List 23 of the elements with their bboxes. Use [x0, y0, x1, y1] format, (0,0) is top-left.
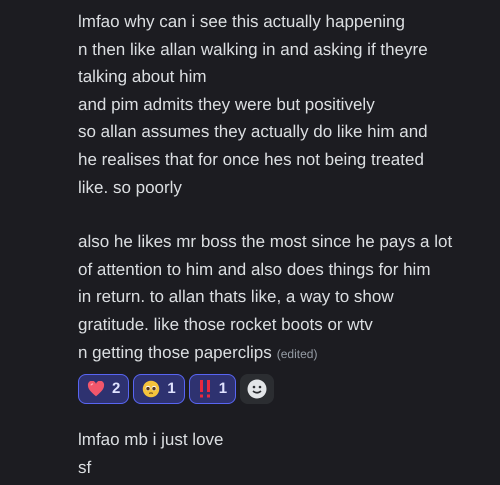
edited-label: (edited): [276, 346, 318, 363]
message-text: like. so poorly: [78, 176, 182, 199]
message-text: lmfao mb i just love: [78, 429, 224, 452]
message-text: gratitude. like those rocket boots or wtv: [78, 314, 373, 336]
heart-icon: [87, 381, 105, 398]
message-text: n then like allan walking in and asking if theyre: [78, 38, 428, 61]
add-reaction-button[interactable]: [240, 374, 274, 404]
message-text: sf: [78, 456, 92, 479]
message-text: so allan assumes they actually do like him and: [78, 121, 428, 144]
pleading-face-icon: [142, 380, 160, 398]
smiley-icon: [247, 379, 268, 400]
reaction-button[interactable]: 1: [133, 374, 185, 404]
message-text: of attention to him and also does things for him: [78, 258, 430, 281]
message-text: n getting those paperclips: [78, 342, 272, 364]
message-text: and pim admits they were but positively: [78, 94, 375, 116]
message-text: talking about him: [78, 66, 207, 88]
message-text: lmfao why can i see this actually happening: [78, 11, 405, 33]
exclamation-icon: [198, 380, 212, 398]
message-text: he realises that for once hes not being treated: [78, 148, 424, 171]
reaction-button[interactable]: 1: [188, 374, 236, 404]
message-text: also he likes mr boss the most since he pays a lot: [78, 231, 452, 254]
reaction-button[interactable]: 2: [78, 374, 130, 404]
message-text: in return. to allan thats like, a way to show: [78, 286, 394, 308]
